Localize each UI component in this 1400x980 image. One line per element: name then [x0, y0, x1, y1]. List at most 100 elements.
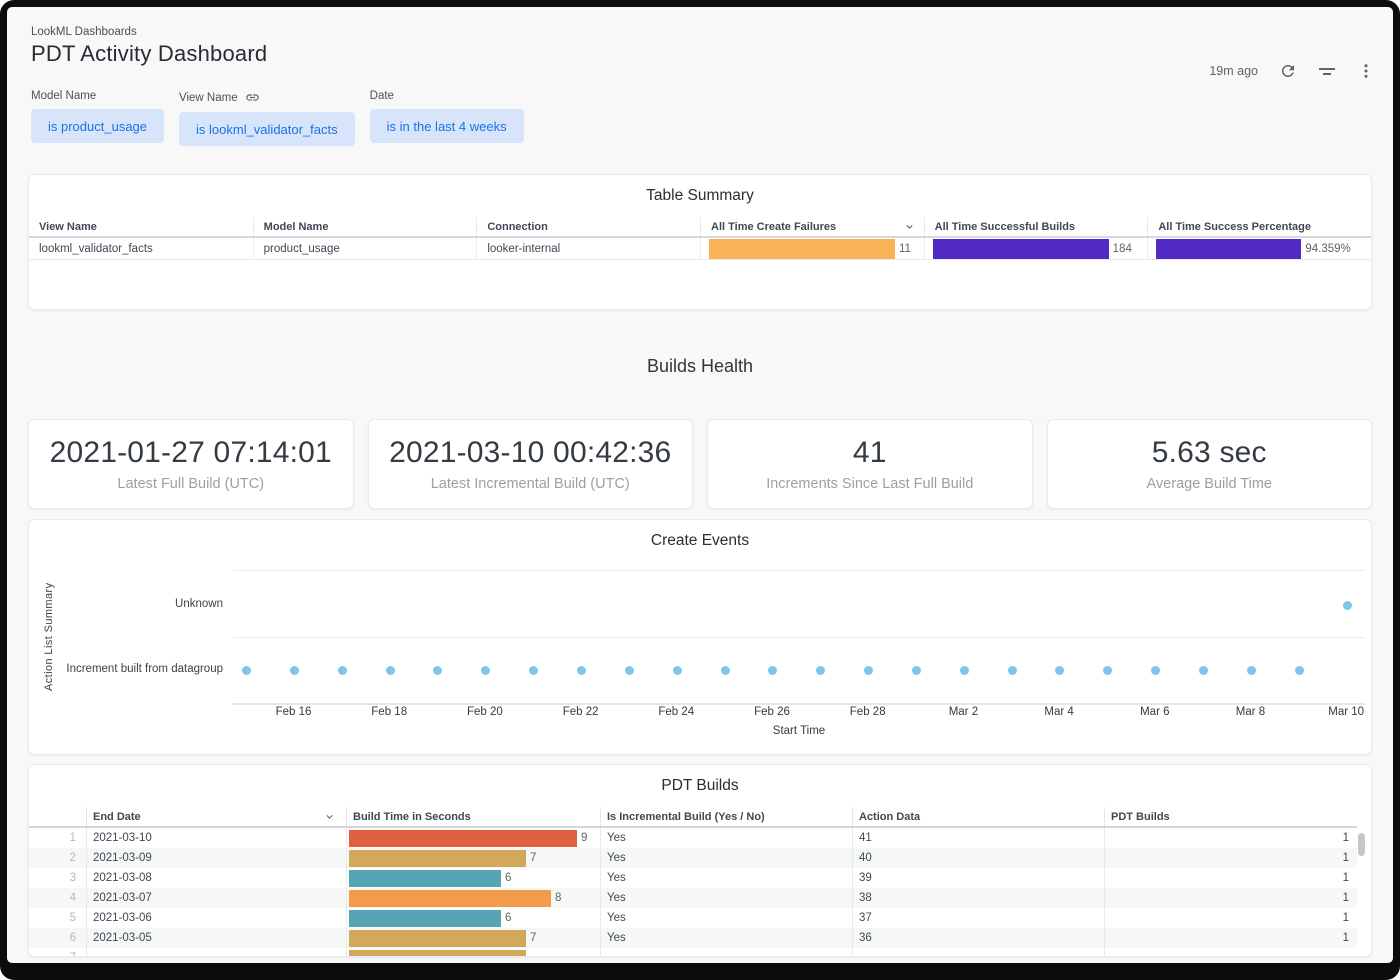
cell-end-date[interactable]: 2021-03-08: [86, 868, 346, 888]
event-dot[interactable]: [577, 666, 586, 675]
event-dot[interactable]: [1343, 601, 1352, 610]
cell-pdt-builds[interactable]: 1: [1104, 888, 1357, 908]
column-header[interactable]: End Date: [86, 807, 346, 826]
cell-is-incremental[interactable]: Yes: [600, 848, 852, 868]
cell-connection[interactable]: looker-internal: [476, 238, 700, 260]
vertical-scrollbar-thumb[interactable]: [1358, 833, 1365, 856]
cell-build-time[interactable]: 6: [346, 908, 600, 928]
kpi-card-1: 2021-03-10 00:42:36Latest Incremental Bu…: [368, 419, 694, 509]
kpi-label: Increments Since Last Full Build: [766, 476, 973, 492]
column-header-label: Build Time in Seconds: [353, 811, 471, 823]
event-dot[interactable]: [960, 666, 969, 675]
event-dot[interactable]: [768, 666, 777, 675]
event-dot[interactable]: [1055, 666, 1064, 675]
more-options-icon[interactable]: [1357, 62, 1375, 80]
cell-action-data[interactable]: 38: [852, 888, 1104, 908]
event-dot[interactable]: [1295, 666, 1304, 675]
cell-pdt-builds[interactable]: [1104, 948, 1357, 957]
table-summary-header-row: View NameModel NameConnectionAll Time Cr…: [29, 217, 1371, 238]
cell-build-time[interactable]: 6: [346, 868, 600, 888]
event-dot[interactable]: [625, 666, 634, 675]
cell-end-date[interactable]: 2021-03-10: [86, 828, 346, 848]
column-header[interactable]: Is Incremental Build (Yes / No): [600, 807, 852, 826]
event-dot[interactable]: [242, 666, 251, 675]
cell-view_name[interactable]: lookml_validator_facts: [29, 238, 253, 260]
cell-all_time_success_percentage[interactable]: 94.359%: [1147, 238, 1371, 260]
cell-build-time[interactable]: 8: [346, 888, 600, 908]
filter-pill[interactable]: is lookml_validator_facts: [179, 112, 355, 146]
column-header[interactable]: Connection: [476, 217, 700, 236]
cell-action-data[interactable]: 36: [852, 928, 1104, 948]
column-header[interactable]: View Name: [29, 217, 253, 236]
pdt-builds-table-body: 12021-03-109Yes41122021-03-097Yes4013202…: [29, 828, 1371, 957]
column-header[interactable]: All Time Create Failures: [700, 217, 924, 236]
kpi-row: 2021-01-27 07:14:01Latest Full Build (UT…: [28, 419, 1372, 509]
cell-pdt-builds[interactable]: 1: [1104, 848, 1357, 868]
cell-end-date[interactable]: 2021-03-09: [86, 848, 346, 868]
cell-action-data[interactable]: [852, 948, 1104, 957]
column-header[interactable]: All Time Successful Builds: [924, 217, 1148, 236]
event-dot[interactable]: [721, 666, 730, 675]
filter-pill[interactable]: is in the last 4 weeks: [370, 109, 524, 143]
cell-end-date[interactable]: [86, 948, 346, 957]
cell-pdt-builds[interactable]: 1: [1104, 908, 1357, 928]
table-row: 42021-03-078Yes381: [29, 888, 1357, 908]
gridline: [233, 637, 1365, 638]
kpi-card-3: 5.63 secAverage Build Time: [1047, 419, 1373, 509]
event-dot[interactable]: [1103, 666, 1112, 675]
build-time-value: 9: [581, 832, 587, 844]
cell-is-incremental[interactable]: Yes: [600, 888, 852, 908]
row-number: 2: [29, 848, 86, 868]
cell-build-time[interactable]: 7: [346, 848, 600, 868]
event-dot[interactable]: [816, 666, 825, 675]
column-header[interactable]: Action Data: [852, 807, 1104, 826]
dashboard-filters-icon[interactable]: [1318, 62, 1336, 80]
event-dot[interactable]: [912, 666, 921, 675]
cell-action-data[interactable]: 37: [852, 908, 1104, 928]
event-dot[interactable]: [864, 666, 873, 675]
cell-all_time_create_failures[interactable]: 11: [700, 238, 924, 260]
cell-is-incremental[interactable]: Yes: [600, 868, 852, 888]
event-dot[interactable]: [338, 666, 347, 675]
cell-pdt-builds[interactable]: 1: [1104, 868, 1357, 888]
refresh-icon[interactable]: [1279, 62, 1297, 80]
breadcrumb[interactable]: LookML Dashboards: [31, 26, 1372, 38]
x-tick-label: Feb 24: [646, 706, 706, 718]
x-tick-label: Feb 26: [742, 706, 802, 718]
cell-end-date[interactable]: 2021-03-07: [86, 888, 346, 908]
filter-pill[interactable]: is product_usage: [31, 109, 164, 143]
cell-action-data[interactable]: 40: [852, 848, 1104, 868]
cell-end-date[interactable]: 2021-03-06: [86, 908, 346, 928]
event-dot[interactable]: [1008, 666, 1017, 675]
cell-is-incremental[interactable]: Yes: [600, 828, 852, 848]
event-dot[interactable]: [1151, 666, 1160, 675]
cell-is-incremental[interactable]: Yes: [600, 928, 852, 948]
cell-is-incremental[interactable]: Yes: [600, 908, 852, 928]
column-header[interactable]: PDT Builds: [1104, 807, 1357, 826]
column-header[interactable]: All Time Success Percentage: [1147, 217, 1371, 236]
cell-pdt-builds[interactable]: 1: [1104, 928, 1357, 948]
cell-action-data[interactable]: 41: [852, 828, 1104, 848]
window-frame: LookML Dashboards PDT Activity Dashboard…: [0, 0, 1400, 980]
column-header[interactable]: Model Name: [253, 217, 477, 236]
event-dot[interactable]: [433, 666, 442, 675]
column-header[interactable]: Build Time in Seconds: [346, 807, 600, 826]
kpi-label: Average Build Time: [1147, 476, 1272, 492]
cell-all_time_successful_builds[interactable]: 184: [924, 238, 1148, 260]
cell-is-incremental[interactable]: [600, 948, 852, 957]
event-dot[interactable]: [1247, 666, 1256, 675]
cell-model_name[interactable]: product_usage: [253, 238, 477, 260]
chevron-down-icon: [903, 220, 916, 233]
cell-build-time[interactable]: [346, 948, 600, 957]
event-dot[interactable]: [529, 666, 538, 675]
event-dot[interactable]: [386, 666, 395, 675]
cell-build-time[interactable]: 9: [346, 828, 600, 848]
cell-build-time[interactable]: 7: [346, 928, 600, 948]
cell-end-date[interactable]: 2021-03-05: [86, 928, 346, 948]
event-dot[interactable]: [481, 666, 490, 675]
event-dot[interactable]: [290, 666, 299, 675]
cell-action-data[interactable]: 39: [852, 868, 1104, 888]
event-dot[interactable]: [673, 666, 682, 675]
cell-pdt-builds[interactable]: 1: [1104, 828, 1357, 848]
event-dot[interactable]: [1199, 666, 1208, 675]
